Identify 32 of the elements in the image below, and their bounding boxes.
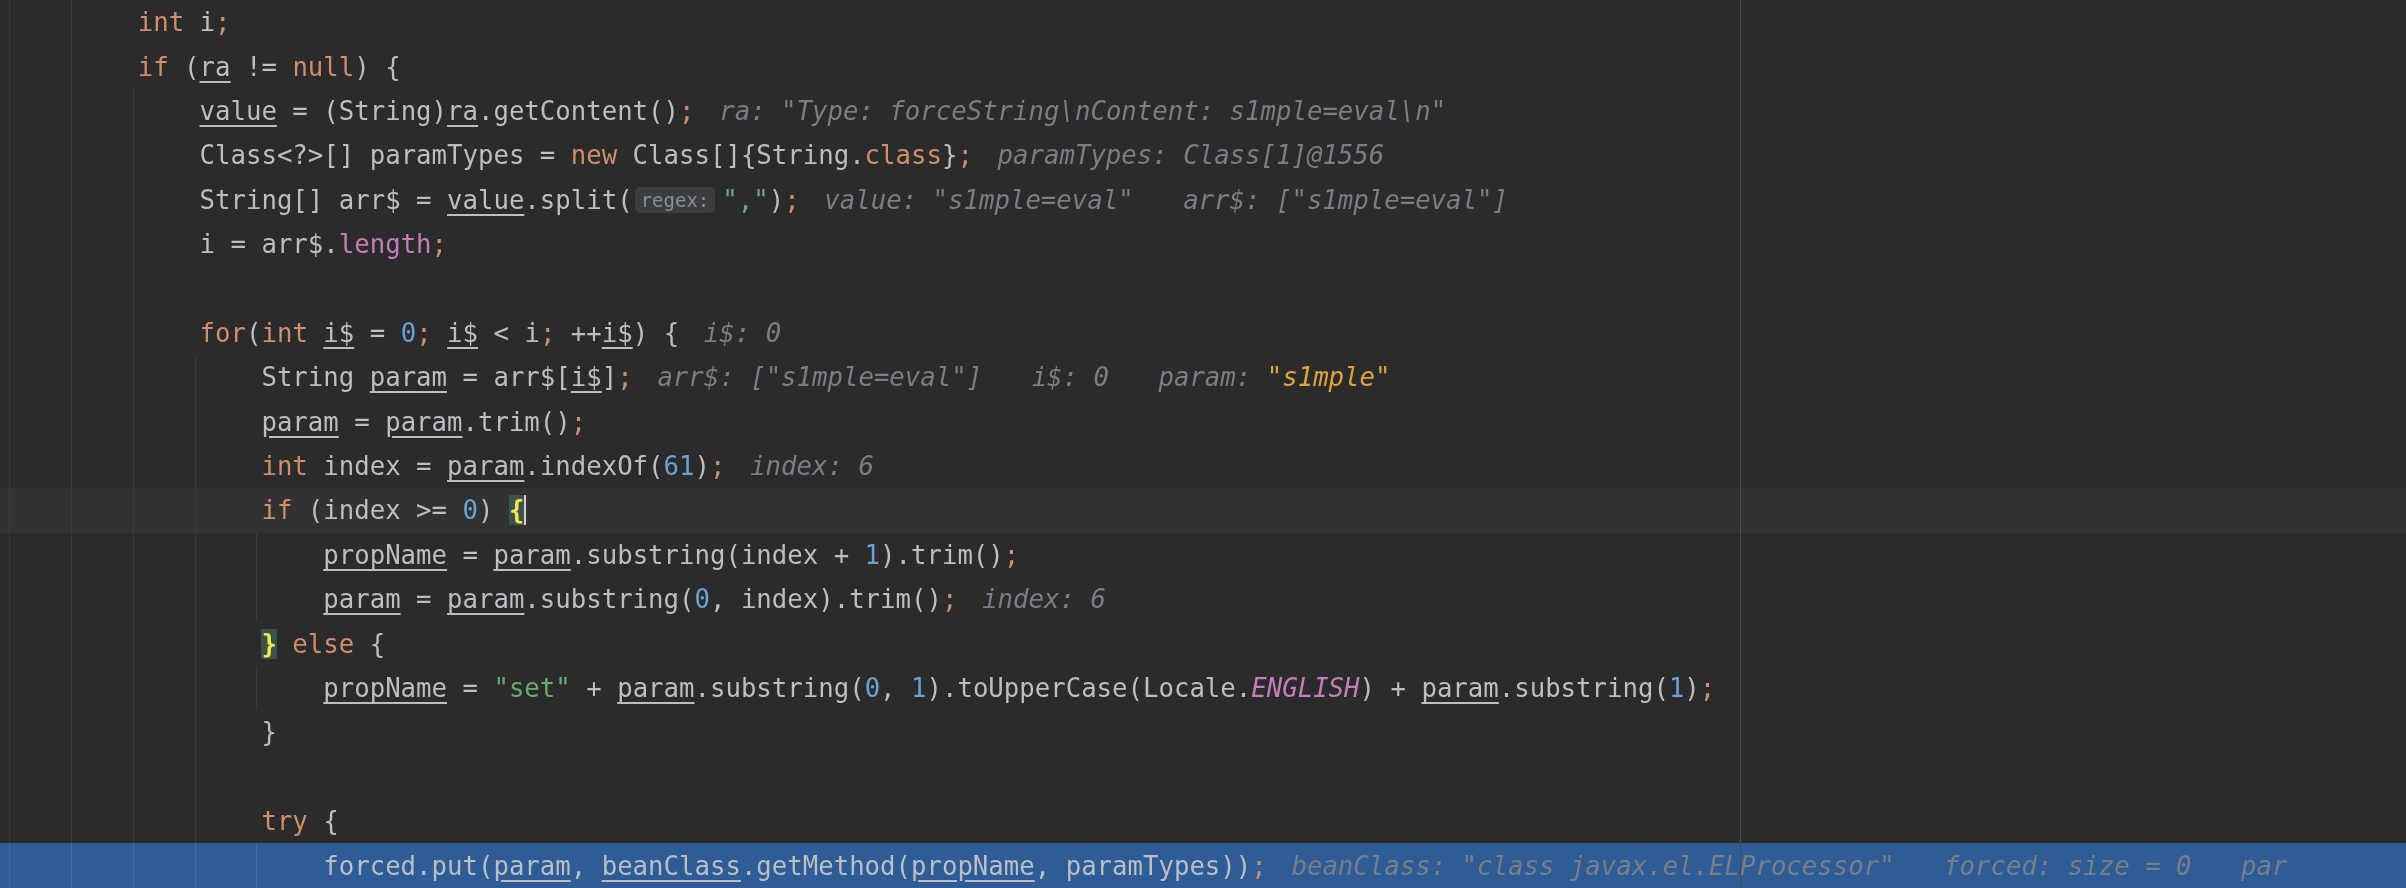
inline-value-hint: i$: 0 — [1031, 362, 1109, 393]
code-text: int index = param.indexOf(61); — [260, 451, 726, 482]
inline-value-hint: index: 6 — [750, 451, 874, 482]
code-text: } — [260, 717, 277, 748]
code-text: if (index >= 0) { — [260, 495, 525, 526]
inline-value-hint: param: "s1mple" — [1158, 362, 1391, 393]
code-text: propName = param.substring(index + 1).trim(); — [322, 539, 1020, 570]
parameter-hint: regex: — [634, 186, 716, 213]
inline-value-hint: arr$: ["s1mple=eval"] — [1183, 184, 1508, 215]
code-text: ","); — [721, 184, 800, 215]
inline-value-hint: value: "s1mple=eval" — [824, 184, 1134, 215]
code-text: int i; — [136, 7, 231, 38]
code-text: value = (String)ra.getContent(); — [198, 95, 695, 126]
inline-value-hint: i$: 0 — [703, 317, 782, 348]
code-text: if (ra != null) { — [136, 51, 401, 82]
code-text: String[] arr$ = value.split( — [198, 184, 633, 215]
code-text: i = arr$.length; — [198, 229, 448, 260]
code-text: Class<?>[] paramTypes = new Class[]{String.class}; — [198, 140, 973, 171]
code-text: param = param.substring(0, index).trim(); — [322, 584, 958, 615]
code-text: forced.put(param, beanClass.getMethod(propName, paramTypes)); — [322, 850, 1267, 881]
inline-value-hint: forced: size = 0 — [1944, 850, 2192, 881]
inline-value-hint: index: 6 — [982, 584, 1106, 615]
code-text: try { — [260, 806, 339, 837]
inline-value-hint: ra: "Type: forceString\nContent: s1mple=eval\n" — [719, 95, 1447, 126]
code-text: param = param.trim(); — [260, 406, 587, 437]
code-text: String param = arr$[i$]; — [260, 362, 633, 393]
inline-value-hint: paramTypes: Class[1]@1556 — [997, 140, 1385, 171]
inline-value-hint: arr$: ["s1mple=eval"] — [657, 362, 983, 393]
inline-value-hint: par — [2241, 850, 2288, 881]
code-text: propName = "set" + param.substring(0, 1).toUpperCase(Locale.ENGLISH) + param.substring(1); — [322, 673, 1716, 704]
code-text: } else { — [260, 628, 386, 659]
code-text: for(int i$ = 0; i$ < i; ++i$) { — [198, 317, 680, 348]
